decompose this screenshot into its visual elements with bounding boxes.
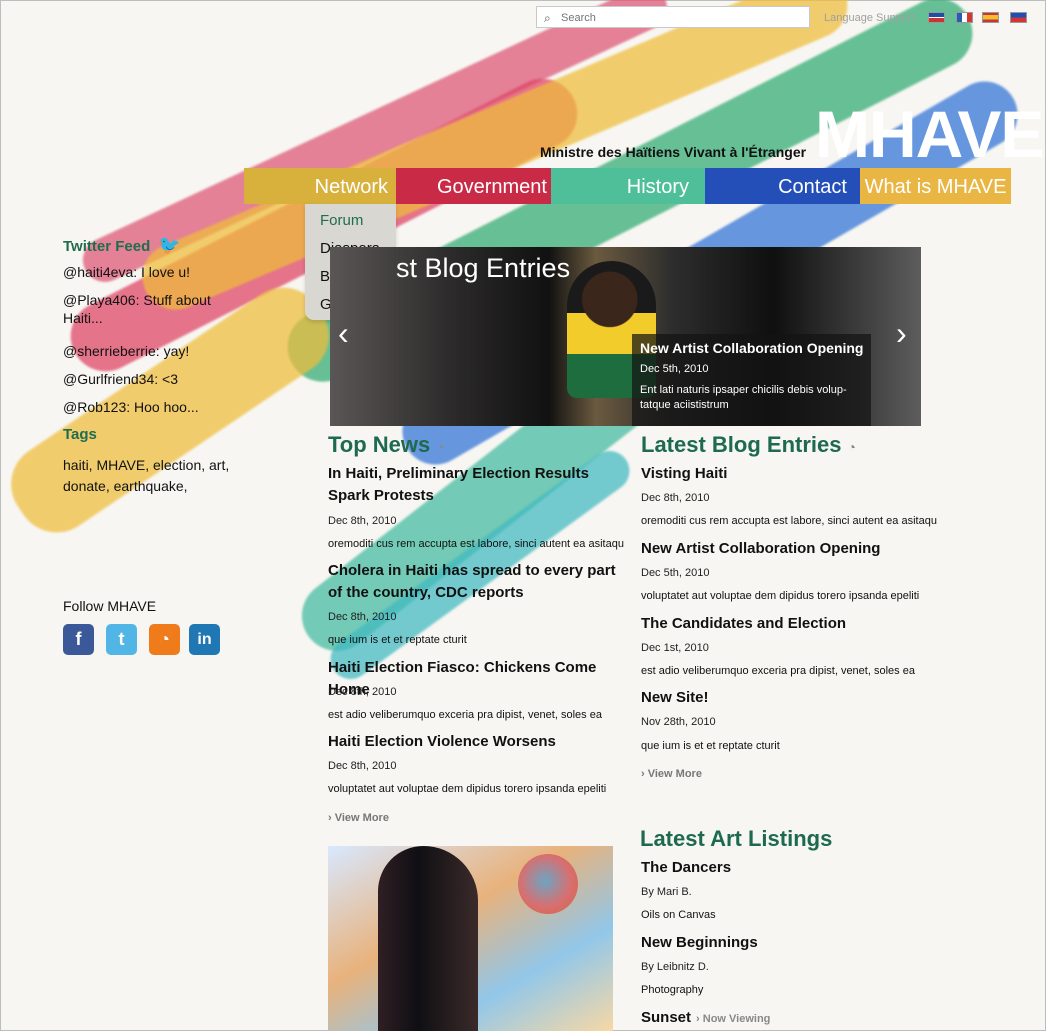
- blog-item-excerpt: que ium is et et reptate cturit: [641, 740, 780, 752]
- art-item-artist: By Mari B.: [641, 886, 692, 898]
- follow-title: Follow MHAVE: [63, 598, 157, 614]
- art-orb: [518, 854, 578, 914]
- tweet-item[interactable]: @Gurlfriend34: <3: [63, 370, 178, 388]
- twitter-icon[interactable]: t: [106, 624, 137, 655]
- us-flag-icon[interactable]: [928, 12, 945, 23]
- facebook-icon[interactable]: f: [63, 624, 94, 655]
- linkedin-icon[interactable]: in: [189, 624, 220, 655]
- now-viewing-label: › Now Viewing: [696, 1013, 771, 1025]
- news-date: Dec 8th, 2010: [328, 760, 397, 772]
- nav-history[interactable]: History: [551, 168, 705, 204]
- blog-item-date: Dec 1st, 2010: [641, 642, 709, 654]
- slider-caption-text: Ent lati naturis ipsaper chicilis debis …: [640, 384, 847, 411]
- news-excerpt: est adio veliberumquo exceria pra dipist…: [328, 709, 602, 721]
- news-excerpt: oremoditi cus rem accupta est labore, si…: [328, 538, 624, 550]
- art-item-artist: By Leibnitz D.: [641, 961, 709, 973]
- search-input[interactable]: [559, 9, 803, 27]
- top-news-view-more[interactable]: › View More: [328, 812, 389, 824]
- blog-item-excerpt: oremoditi cus rem accupta est labore, si…: [641, 515, 937, 527]
- rss-icon[interactable]: ◔: [436, 439, 444, 455]
- tweet-item[interactable]: @Playa406: Stuff about Haiti...: [63, 291, 228, 327]
- news-title[interactable]: Haiti Election Violence Worsens: [328, 731, 623, 753]
- slider-caption[interactable]: New Artist Collaboration Opening Dec 5th…: [632, 334, 871, 426]
- blog-item-title[interactable]: The Candidates and Election: [641, 613, 846, 635]
- news-excerpt: voluptatet aut voluptae dem dipidus tore…: [328, 783, 607, 795]
- search-icon: ⌕: [544, 11, 551, 25]
- tags-list[interactable]: haiti, MHAVE, election, art, donate, ear…: [63, 455, 248, 497]
- rss-icon[interactable]: ◔: [847, 439, 855, 455]
- featured-slider[interactable]: st Blog Entries ‹ › New Artist Collabora…: [330, 247, 921, 426]
- rss-icon[interactable]: ◔: [149, 624, 180, 655]
- slider-prev-arrow[interactable]: ‹: [338, 315, 349, 352]
- news-date: Dec 8th, 2010: [328, 686, 397, 698]
- nav-government[interactable]: Government: [396, 168, 551, 204]
- news-date: Dec 8th, 2010: [328, 611, 397, 623]
- twitter-bird-icon: 🐦: [158, 235, 181, 255]
- nav-contact[interactable]: Contact: [705, 168, 860, 204]
- slider-caption-date: Dec 5th, 2010: [640, 363, 709, 375]
- nav-what-is-mhave[interactable]: What is MHAVE: [860, 168, 1011, 204]
- news-date: Dec 8th, 2010: [328, 515, 397, 527]
- blog-item-title[interactable]: Visting Haiti: [641, 463, 727, 485]
- blog-item-title[interactable]: New Artist Collaboration Opening: [641, 538, 880, 560]
- language-support-link[interactable]: Language Support: [824, 12, 915, 24]
- tweet-item[interactable]: @Rob123: Hoo hoo...: [63, 398, 199, 416]
- twitter-feed-title: Twitter Feed 🐦: [63, 235, 181, 255]
- top-news-title: Top News ◔: [328, 432, 445, 457]
- art-listings-title: Latest Art Listings: [640, 826, 833, 851]
- blog-view-more[interactable]: › View More: [641, 768, 702, 780]
- slider-caption-title: New Artist Collaboration Opening: [640, 340, 864, 356]
- nav-network[interactable]: Network: [244, 168, 396, 204]
- news-title[interactable]: Cholera in Haiti has spread to every par…: [328, 560, 623, 604]
- blog-item-excerpt: voluptatet aut voluptae dem dipidus tore…: [641, 590, 920, 602]
- search-box[interactable]: ⌕: [536, 6, 810, 28]
- slider-title: st Blog Entries: [396, 253, 571, 283]
- art-image[interactable]: [328, 846, 613, 1031]
- dropdown-forum[interactable]: Forum: [320, 212, 363, 229]
- blog-item-date: Nov 28th, 2010: [641, 716, 716, 728]
- tweet-item[interactable]: @haiti4eva: I love u!: [63, 263, 190, 281]
- fr-flag-icon[interactable]: [956, 12, 973, 23]
- tweet-item[interactable]: @sherrieberrie: yay!: [63, 342, 189, 360]
- art-figure: [378, 846, 478, 1031]
- blog-item-title[interactable]: New Site!: [641, 687, 709, 709]
- news-title[interactable]: In Haiti, Preliminary Election Results S…: [328, 463, 593, 507]
- blog-item-date: Dec 8th, 2010: [641, 492, 710, 504]
- art-item-medium: Oils on Canvas: [641, 909, 716, 921]
- site-logo[interactable]: MHAVE: [815, 96, 1044, 172]
- site-tagline: Ministre des Haïtiens Vivant à l'Étrange…: [540, 144, 807, 160]
- tags-title: Tags: [63, 426, 97, 443]
- art-item-title[interactable]: The Dancers: [641, 857, 731, 879]
- art-item-title[interactable]: Sunset › Now Viewing: [641, 1007, 770, 1030]
- latest-blog-title: Latest Blog Entries ◔: [641, 432, 856, 457]
- news-excerpt: que ium is et et reptate cturit: [328, 634, 467, 646]
- art-item-title[interactable]: New Beginnings: [641, 932, 758, 954]
- slider-next-arrow[interactable]: ›: [896, 315, 907, 352]
- es-flag-icon[interactable]: [982, 12, 999, 23]
- blog-item-excerpt: est adio veliberumquo exceria pra dipist…: [641, 665, 915, 677]
- blog-item-date: Dec 5th, 2010: [641, 567, 710, 579]
- ht-flag-icon[interactable]: [1010, 12, 1027, 23]
- art-item-medium: Photography: [641, 984, 704, 996]
